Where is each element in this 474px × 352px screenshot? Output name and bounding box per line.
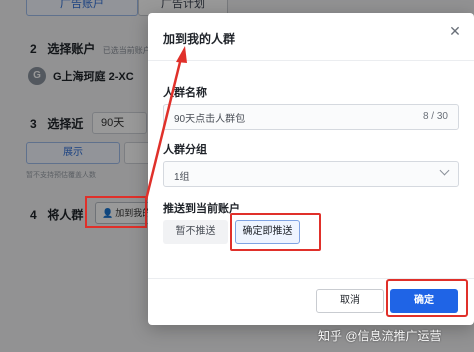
char-count: 8 / 30 bbox=[422, 111, 448, 122]
watermark: 知乎 @信息流推广运营 bbox=[318, 329, 442, 343]
annotation-box-confirm bbox=[386, 279, 468, 317]
audience-name-input[interactable] bbox=[164, 105, 394, 129]
audience-name-field[interactable]: 8 / 30 bbox=[163, 104, 459, 130]
audience-group-select[interactable]: 1组 bbox=[163, 161, 459, 187]
chevron-down-icon bbox=[439, 165, 450, 176]
dialog-header: 加到我的人群 ✕ bbox=[148, 13, 474, 61]
close-icon[interactable]: ✕ bbox=[448, 24, 462, 38]
cancel-button[interactable]: 取消 bbox=[316, 289, 384, 313]
audience-group-label: 人群分组 bbox=[163, 144, 207, 156]
annotation-box-add-button bbox=[85, 196, 147, 228]
push-option-no[interactable]: 暂不推送 bbox=[163, 220, 228, 244]
audience-name-label: 人群名称 bbox=[163, 87, 207, 99]
annotation-box-push bbox=[230, 213, 321, 251]
push-label: 推送到当前账户 bbox=[163, 203, 240, 215]
group-selected-value: 1组 bbox=[174, 172, 190, 183]
dialog-title: 加到我的人群 bbox=[163, 32, 236, 46]
